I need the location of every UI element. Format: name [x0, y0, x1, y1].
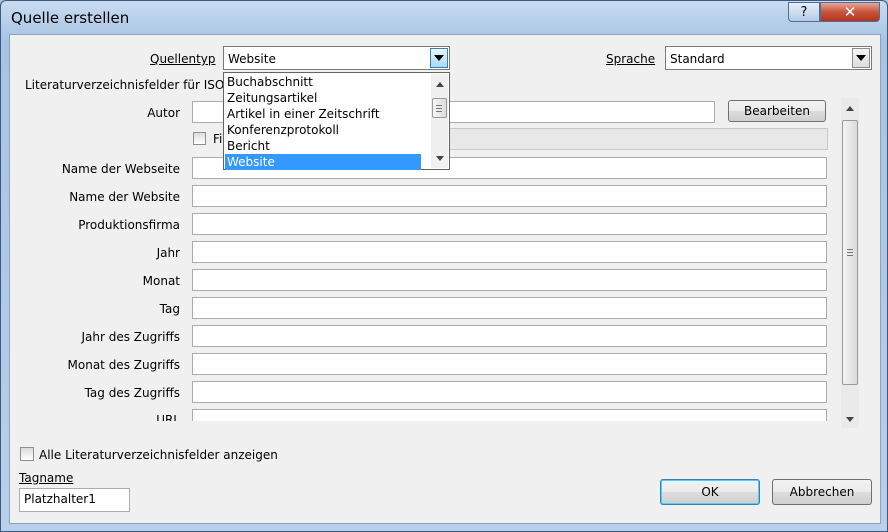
scroll-thumb[interactable]	[842, 120, 858, 385]
dropdown-scrollbar[interactable]	[431, 74, 448, 168]
field-label: Tag	[159, 302, 180, 316]
dropdown-scroll-thumb[interactable]	[432, 98, 447, 118]
section-title: Literaturverzeichnisfelder für ISO 690	[25, 78, 252, 92]
dropdown-option-selected[interactable]: Website	[225, 154, 421, 170]
grip-line	[847, 252, 853, 253]
help-icon: ?	[800, 4, 808, 20]
name-der-website-input[interactable]	[192, 185, 827, 207]
dropdown-option[interactable]: Artikel in einer Zeitschrift	[225, 106, 421, 122]
monat-des-zugriffs-input[interactable]	[192, 353, 827, 375]
close-icon: ✕	[843, 3, 857, 21]
help-button[interactable]: ?	[788, 2, 820, 22]
arrow-up-icon	[435, 82, 444, 87]
field-label: Monat des Zugriffs	[67, 358, 180, 372]
url-input[interactable]	[192, 409, 827, 421]
grip-line	[436, 111, 442, 112]
show-all-fields-label: Alle Literaturverzeichnisfelder anzeigen	[39, 448, 278, 462]
grip-line	[436, 105, 442, 106]
quellentyp-value: Website	[228, 52, 276, 66]
chevron-down-icon	[434, 55, 444, 61]
title-bar[interactable]: Quelle erstellen ? ✕	[1, 1, 887, 35]
cancel-button[interactable]: Abbrechen	[772, 479, 872, 505]
dropdown-scroll-up[interactable]	[431, 76, 448, 93]
quellentyp-dropdown-button[interactable]	[430, 48, 448, 68]
firma-field	[445, 128, 828, 150]
scroll-down-button[interactable]	[841, 411, 859, 428]
field-label: URL	[156, 413, 180, 421]
field-label: Tag des Zugriffs	[84, 386, 180, 400]
grip-line	[847, 249, 853, 250]
tagname-label: Tagname	[19, 471, 74, 485]
quellentyp-label: Quellentyp	[150, 52, 216, 66]
scroll-up-button[interactable]	[841, 100, 859, 117]
dropdown-option[interactable]: Bericht	[225, 138, 421, 154]
field-label: Produktionsfirma	[78, 218, 180, 232]
quellentyp-select[interactable]: Website	[223, 46, 450, 70]
dialog-client: Quellentyp Website Sprache Standard Lite…	[9, 34, 881, 524]
produktionsfirma-input[interactable]	[192, 213, 827, 235]
sprache-value: Standard	[670, 52, 725, 66]
window-title: Quelle erstellen	[11, 9, 130, 27]
ok-button[interactable]: OK	[660, 479, 760, 505]
dialog-window: Quelle erstellen ? ✕ Quellentyp Website …	[0, 0, 888, 532]
jahr-des-zugriffs-input[interactable]	[192, 325, 827, 347]
clipped-row: URL	[10, 407, 840, 421]
tagname-input[interactable]: Platzhalter1	[19, 488, 130, 512]
sprache-select[interactable]: Standard	[665, 46, 872, 70]
tag-des-zugriffs-input[interactable]	[192, 381, 827, 403]
sprache-label: Sprache	[606, 52, 656, 66]
grip-line	[847, 255, 853, 256]
firma-checkbox[interactable]	[193, 132, 206, 145]
close-button[interactable]: ✕	[820, 2, 880, 22]
dropdown-option[interactable]: Konferenzprotokoll	[225, 122, 421, 138]
monat-input[interactable]	[192, 269, 827, 291]
dropdown-option[interactable]: Buchabschnitt	[225, 74, 421, 90]
arrow-down-icon	[846, 417, 854, 422]
arrow-down-icon	[435, 156, 444, 161]
field-label: Jahr des Zugriffs	[81, 330, 180, 344]
bearbeiten-button[interactable]: Bearbeiten	[728, 100, 826, 122]
field-label: Jahr	[156, 246, 180, 260]
quellentyp-dropdown-list[interactable]: Buchabschnitt Zeitungsartikel Artikel in…	[223, 72, 450, 170]
dropdown-option[interactable]: Zeitungsartikel	[225, 90, 421, 106]
show-all-fields-checkbox[interactable]	[20, 447, 34, 461]
tag-input[interactable]	[192, 297, 827, 319]
chevron-down-icon	[856, 55, 866, 61]
field-label: Name der Webseite	[61, 162, 180, 176]
dropdown-scroll-down[interactable]	[431, 150, 448, 167]
arrow-up-icon	[846, 106, 854, 111]
jahr-input[interactable]	[192, 241, 827, 263]
field-label: Monat	[142, 274, 180, 288]
grip-line	[436, 108, 442, 109]
field-label: Name der Website	[69, 190, 180, 204]
firma-checkbox-label: Fi	[213, 132, 223, 146]
autor-label: Autor	[147, 106, 180, 120]
fields-scrollbar[interactable]	[841, 98, 859, 428]
sprache-dropdown-button[interactable]	[852, 48, 870, 68]
